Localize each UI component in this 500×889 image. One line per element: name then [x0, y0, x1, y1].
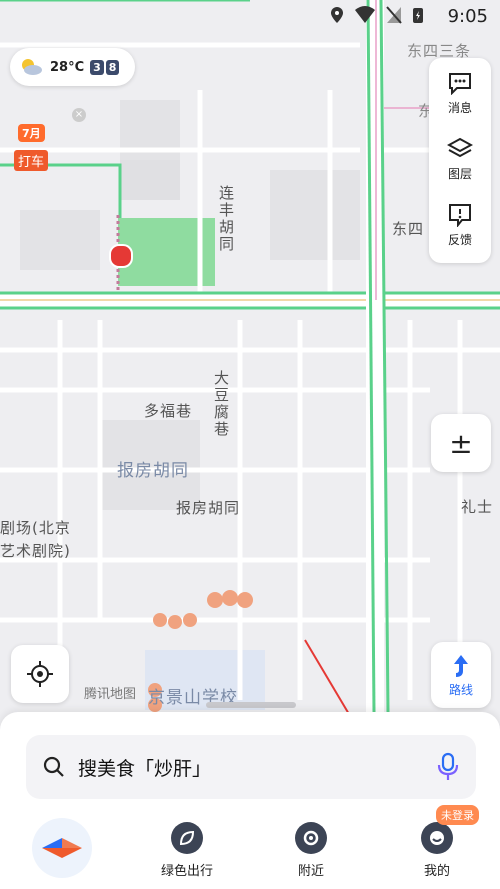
status-icons [330, 6, 424, 24]
status-bar: 9:05 [0, 0, 500, 36]
tab-mine[interactable]: 我的 [397, 822, 477, 879]
route-arrow-icon [454, 654, 468, 677]
route-label: 路线 [448, 682, 473, 697]
search-input[interactable]: 搜美食「炒肝」 [78, 754, 436, 781]
search-bar[interactable]: 搜美食「炒肝」 [26, 735, 476, 799]
weather-chip[interactable]: 28°C 3 8 [10, 48, 135, 86]
layers-label: 图层 [447, 166, 472, 181]
crosshair-icon [27, 661, 53, 687]
map-label-theatre-2: 艺术剧院) [0, 542, 71, 560]
map-label-baofang: 报房胡同 [176, 499, 241, 517]
tab-green-travel[interactable]: 绿色出行 [147, 822, 227, 879]
map-label-duofu: 多福巷 [144, 402, 193, 420]
leaf-icon [171, 822, 203, 854]
feedback-button[interactable]: 反馈 [429, 194, 491, 256]
layers-button[interactable]: 图层 [429, 128, 491, 190]
status-time: 9:05 [447, 6, 488, 27]
locate-button[interactable] [11, 645, 69, 703]
taxi-tag: 7月 [18, 124, 45, 142]
tab-green-travel-label: 绿色出行 [160, 864, 213, 879]
weather-temp: 28°C [50, 59, 85, 75]
aqi-digit: 8 [105, 59, 120, 75]
map-label-theatre-1: 剧场(北京 [0, 519, 71, 537]
app-logo-icon [42, 838, 82, 858]
zoom-button[interactable]: ± [431, 414, 491, 472]
map-label-dadoufu: 大豆腐巷 [212, 370, 230, 438]
tab-nearby[interactable]: 附近 [271, 822, 351, 879]
no-entry-icon [109, 244, 133, 268]
close-icon[interactable]: × [72, 108, 86, 122]
taxi-label: 打车 [14, 150, 49, 171]
aqi-badge: 3 8 [90, 59, 120, 75]
feedback-icon [449, 203, 471, 227]
wifi-icon [355, 6, 375, 23]
microphone-icon[interactable] [436, 752, 460, 782]
messages-button[interactable]: 消息 [429, 62, 491, 124]
map-label-dongsi: 东四 [392, 220, 425, 238]
map-watermark: 腾讯地图 [84, 687, 137, 702]
message-icon [449, 72, 471, 95]
messages-label: 消息 [447, 100, 472, 115]
location-pin-icon [295, 822, 327, 854]
home-tab[interactable] [32, 818, 92, 878]
feedback-label: 反馈 [447, 232, 472, 247]
partly-cloudy-icon [22, 59, 42, 75]
tab-mine-label: 我的 [423, 864, 450, 879]
taxi-button[interactable]: 7月 打车 [12, 124, 60, 174]
login-badge: 未登录 [436, 805, 479, 825]
avatar-icon [421, 822, 453, 854]
sheet-handle[interactable] [206, 702, 296, 708]
route-button[interactable]: 路线 [431, 642, 491, 708]
tab-nearby-label: 附近 [297, 864, 324, 879]
search-icon [43, 756, 64, 777]
map-label-baofang-area: 报房胡同 [117, 461, 189, 481]
aqi-digit: 3 [90, 59, 104, 75]
location-status-icon [331, 7, 343, 23]
layers-icon [447, 137, 473, 157]
no-signal-icon [386, 6, 402, 24]
battery-icon [413, 8, 423, 23]
map-tools-panel: 消息 图层 反馈 [429, 58, 491, 263]
map-label-lishi: 礼士 [461, 498, 494, 516]
map-label-lianfeng: 连丰胡同 [217, 185, 235, 253]
